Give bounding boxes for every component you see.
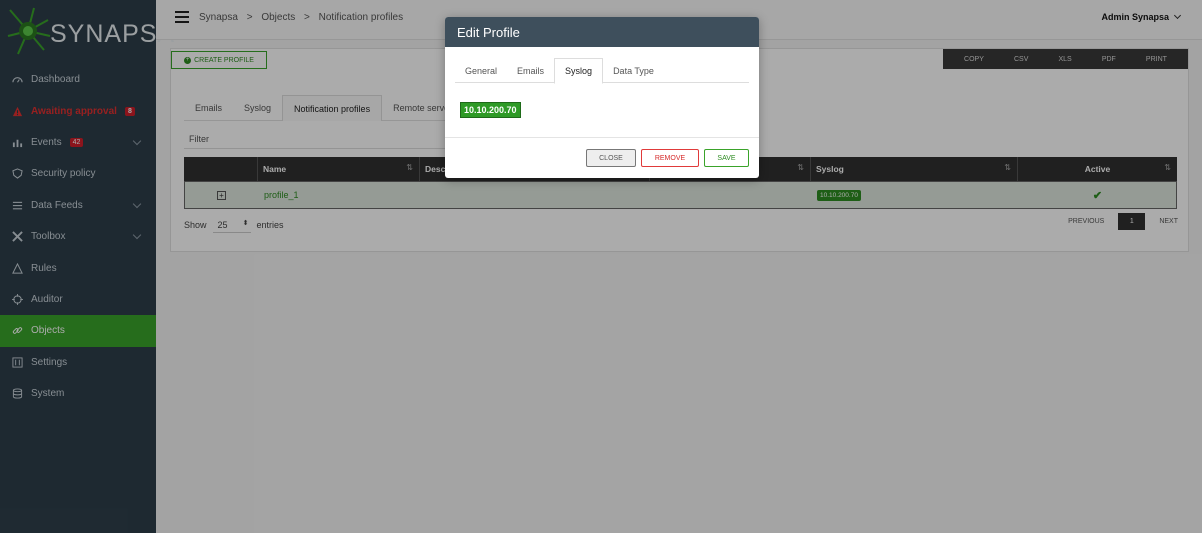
modal-header: Edit Profile	[445, 17, 759, 47]
modal-tabs: General Emails Syslog Data Type	[455, 58, 749, 84]
modal-tab-emails[interactable]: Emails	[507, 58, 554, 83]
syslog-ip-tag[interactable]: 10.10.200.70	[460, 102, 521, 118]
edit-profile-modal: Edit Profile General Emails Syslog Data …	[445, 17, 759, 178]
close-button[interactable]: CLOSE	[586, 149, 636, 167]
modal-tab-general[interactable]: General	[455, 58, 507, 83]
modal-tab-data-type[interactable]: Data Type	[603, 58, 664, 83]
remove-button[interactable]: REMOVE	[641, 149, 699, 167]
modal-title: Edit Profile	[457, 24, 520, 40]
modal-tab-syslog[interactable]: Syslog	[554, 58, 604, 84]
save-button[interactable]: SAVE	[704, 149, 749, 167]
modal-footer: CLOSE REMOVE SAVE	[445, 137, 759, 178]
